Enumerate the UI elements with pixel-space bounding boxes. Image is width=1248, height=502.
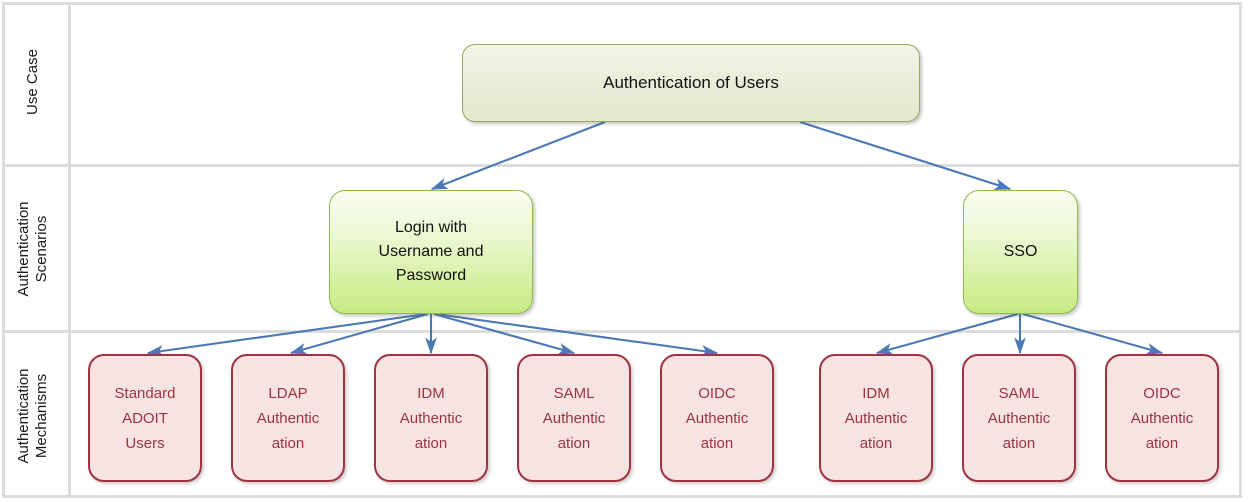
node-ldap-authentication-left-label: LDAP Authentic ation — [256, 384, 320, 452]
edge-login-to-oidc — [435, 312, 719, 357]
edge-usecase-to-sso — [799, 120, 1012, 191]
lane-divider-2 — [2, 330, 1242, 333]
lane-label-authentication-scenarios-text: Authentication Scenarios — [15, 201, 50, 297]
node-login-with-username-and-password-label: Login with Username and Password — [378, 219, 484, 284]
node-idm-authentication-sso[interactable]: IDM Authentic ation — [819, 354, 933, 482]
node-ldap-authentication-left[interactable]: LDAP Authentic ation — [231, 354, 345, 482]
node-saml-authentication-sso[interactable]: SAML Authentic ation — [962, 354, 1076, 482]
node-authentication-of-users[interactable]: Authentication of Users — [462, 44, 920, 122]
lane-divider-1 — [2, 164, 1242, 167]
lane-label-column-divider-2 — [68, 167, 71, 330]
node-authentication-of-users-label: Authentication of Users — [603, 73, 779, 92]
lane-label-column-divider-3 — [68, 333, 71, 498]
node-sso[interactable]: SSO — [963, 190, 1078, 314]
node-oidc-authentication-sso[interactable]: OIDC Authentic ation — [1105, 354, 1219, 482]
node-idm-authentication-left[interactable]: IDM Authentic ation — [374, 354, 488, 482]
lane-label-use-case: Use Case — [13, 18, 53, 146]
node-login-with-username-and-password[interactable]: Login with Username and Password — [329, 190, 533, 314]
node-saml-authentication-sso-label: SAML Authentic ation — [987, 384, 1051, 452]
node-idm-authentication-sso-label: IDM Authentic ation — [844, 384, 908, 452]
edge-login-to-saml — [433, 312, 576, 355]
node-saml-authentication-left-label: SAML Authentic ation — [542, 384, 606, 452]
node-oidc-authentication-left[interactable]: OIDC Authentic ation — [660, 354, 774, 482]
node-sso-label: SSO — [1003, 243, 1038, 260]
edge-usecase-to-login — [430, 121, 606, 190]
edge-login-to-standard-adoit-users — [146, 312, 427, 357]
lane-label-authentication-mechanisms: Authentication Mechanisms — [11, 352, 55, 480]
lane-label-authentication-scenarios: Authentication Scenarios — [11, 185, 55, 313]
lane-label-authentication-mechanisms-text: Authentication Mechanisms — [15, 368, 50, 464]
node-saml-authentication-left[interactable]: SAML Authentic ation — [517, 354, 631, 482]
lane-label-use-case-text: Use Case — [24, 49, 41, 115]
diagram-canvas: Use Case Authentication Scenarios Authen… — [0, 0, 1248, 502]
node-oidc-authentication-sso-label: OIDC Authentic ation — [1130, 384, 1194, 452]
lane-label-column-divider-1 — [68, 2, 71, 164]
edge-sso-to-oidc — [1022, 312, 1164, 355]
node-oidc-authentication-left-label: OIDC Authentic ation — [685, 384, 749, 452]
edge-sso-to-idm — [875, 312, 1019, 355]
edge-login-to-ldap — [289, 312, 429, 355]
node-idm-authentication-left-label: IDM Authentic ation — [399, 384, 463, 452]
node-standard-adoit-users-label: Standard ADOIT Users — [114, 384, 176, 452]
node-standard-adoit-users[interactable]: Standard ADOIT Users — [88, 354, 202, 482]
